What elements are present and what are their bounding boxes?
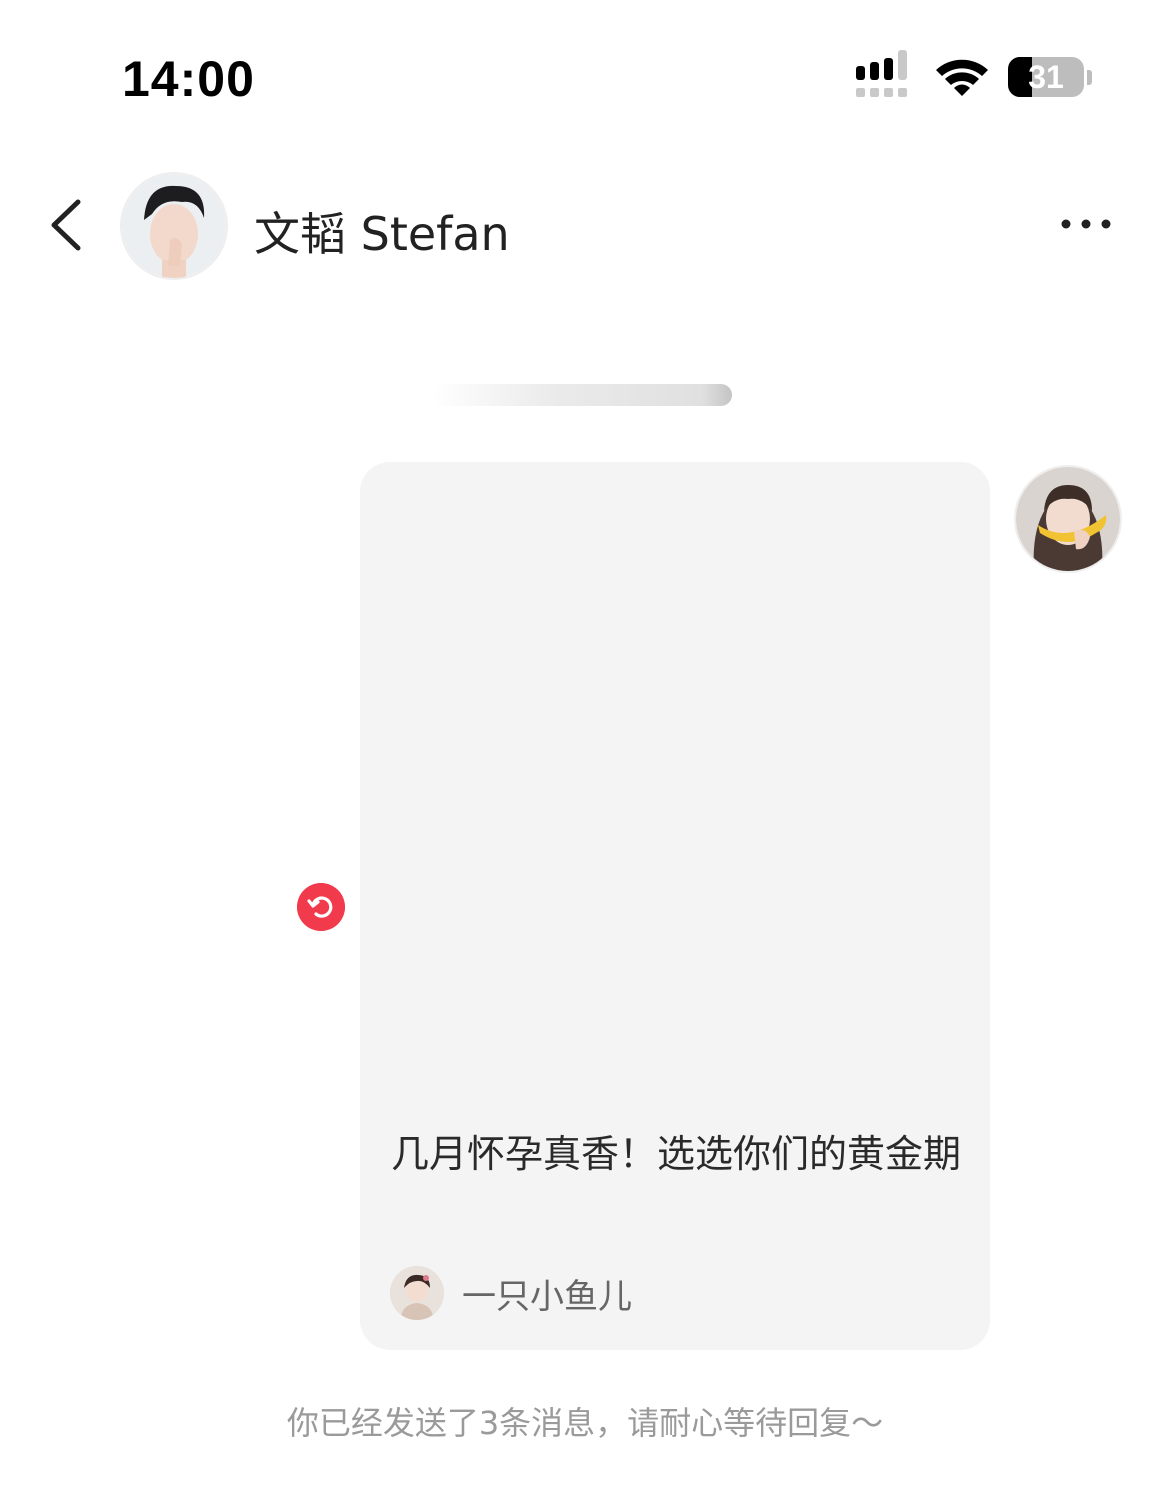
author-avatar: [390, 1266, 444, 1320]
wifi-icon: [936, 59, 988, 96]
contact-name[interactable]: 文韬 Stefan: [254, 198, 510, 264]
cellular-signal-icon: [856, 50, 914, 100]
note-cover-image: [360, 462, 990, 1102]
retry-icon[interactable]: [297, 883, 345, 931]
contact-avatar[interactable]: [120, 172, 228, 280]
battery-tip: [1087, 70, 1092, 85]
note-author: 一只小鱼儿: [390, 1266, 632, 1320]
battery-icon: 31: [1008, 57, 1084, 97]
message-timestamp: [432, 384, 732, 406]
shared-note-card[interactable]: 几月怀孕真香！选选你们的黄金期 一只小鱼儿: [360, 462, 990, 1350]
note-title: 几月怀孕真香！选选你们的黄金期: [391, 1132, 962, 1176]
status-time: 14:00: [122, 51, 255, 107]
send-limit-notice: 你已经发送了3条消息，请耐心等待回复～: [286, 1404, 884, 1442]
my-avatar[interactable]: [1014, 465, 1122, 573]
author-name: 一只小鱼儿: [462, 1276, 632, 1317]
chat-screen: 14:00 31 文韬 Stefan 几月怀孕真香！选选你们的黄金期 一只小鱼儿…: [0, 0, 1170, 1508]
more-horizontal-icon[interactable]: [1056, 204, 1116, 244]
battery-level: 31: [1028, 59, 1064, 95]
back-button[interactable]: [38, 194, 98, 256]
